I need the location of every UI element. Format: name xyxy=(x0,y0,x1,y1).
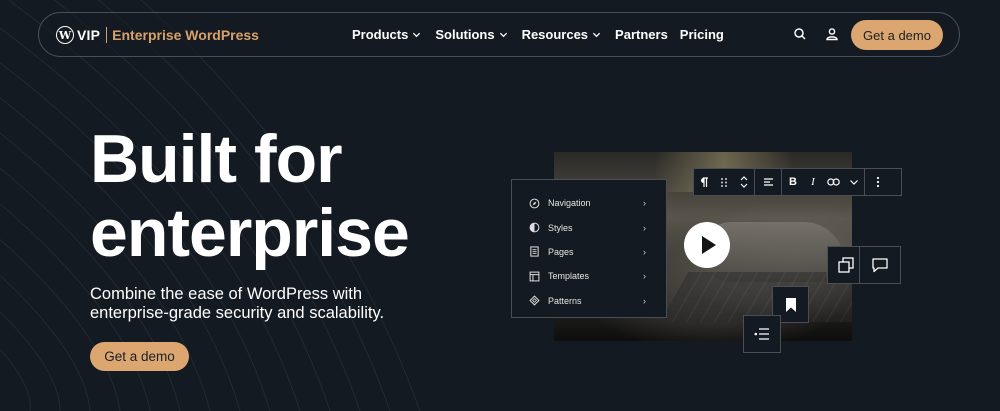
panel-item-templates[interactable]: Templates › xyxy=(512,264,666,288)
nav-item-resources[interactable]: Resources xyxy=(522,27,601,42)
hero-title-line-1: Built for xyxy=(90,121,343,197)
diamond-icon xyxy=(529,295,540,306)
nav-item-label: Solutions xyxy=(435,27,495,42)
chevron-right-icon: › xyxy=(643,246,646,257)
panel-item-label: Styles xyxy=(548,222,573,233)
nav-item-label: Partners xyxy=(615,27,668,42)
panel-item-navigation[interactable]: Navigation › xyxy=(512,191,666,215)
chevron-right-icon: › xyxy=(643,198,646,209)
wordpress-logo-icon: W xyxy=(56,26,74,44)
layout-icon xyxy=(529,271,540,282)
panel-item-styles[interactable]: Styles › xyxy=(512,215,666,239)
brand-divider xyxy=(106,27,108,43)
paragraph-icon[interactable] xyxy=(694,169,714,195)
hero-get-demo-button[interactable]: Get a demo xyxy=(90,342,189,371)
compass-icon xyxy=(529,198,540,209)
toolbar-group-align xyxy=(755,169,782,195)
chevron-down-icon xyxy=(413,32,421,38)
list-view-button[interactable] xyxy=(743,315,781,353)
main-menu: Products Solutions Resources Partners Pr… xyxy=(352,13,736,56)
hero-subtitle-line-1: Combine the ease of WordPress with xyxy=(90,285,363,303)
chevron-right-icon: › xyxy=(643,271,646,282)
brand-logo[interactable]: W VIP Enterprise WordPress xyxy=(56,24,259,46)
more-options-icon[interactable] xyxy=(865,169,891,195)
user-icon[interactable] xyxy=(824,26,840,42)
hero-subtitle: Combine the ease of WordPress with enter… xyxy=(90,285,420,323)
bookmark-icon xyxy=(785,297,796,312)
align-left-icon[interactable] xyxy=(755,169,781,195)
play-button[interactable] xyxy=(684,222,730,268)
top-navigation: W VIP Enterprise WordPress Products Solu… xyxy=(38,12,960,57)
play-icon xyxy=(702,236,716,254)
nav-item-label: Pricing xyxy=(679,27,724,42)
nav-item-partners[interactable]: Partners xyxy=(615,27,668,42)
hero-title-line-2: enterprise xyxy=(90,195,410,271)
panel-item-label: Patterns xyxy=(548,295,582,306)
toolbar-group-format: B I xyxy=(782,169,865,195)
panel-item-label: Navigation xyxy=(548,198,591,209)
half-circle-icon xyxy=(529,222,540,233)
panel-item-patterns[interactable]: Patterns › xyxy=(512,289,666,313)
get-demo-button[interactable]: Get a demo xyxy=(851,20,943,50)
duplicate-icon xyxy=(838,257,854,273)
chevron-down-icon xyxy=(499,32,507,38)
comment-button[interactable] xyxy=(859,246,901,284)
list-view-icon xyxy=(754,328,769,340)
comment-icon xyxy=(872,258,888,273)
nav-item-label: Resources xyxy=(521,27,589,42)
italic-icon[interactable]: I xyxy=(804,169,822,195)
search-icon[interactable] xyxy=(792,26,808,42)
brand-product-name: Enterprise WordPress xyxy=(112,27,259,43)
nav-item-pricing[interactable]: Pricing xyxy=(680,27,724,42)
bold-icon[interactable]: B xyxy=(782,169,804,195)
chevron-down-icon xyxy=(592,32,601,38)
block-toolbar: B I xyxy=(693,168,902,196)
move-up-down-icon[interactable] xyxy=(734,169,754,195)
nav-item-label: Products xyxy=(352,27,409,42)
editor-nav-panel: Navigation › Styles › Pages › Templates … xyxy=(511,179,667,318)
toolbar-group-block xyxy=(694,169,755,195)
page-icon xyxy=(530,246,539,258)
hero-title: Built for enterprise xyxy=(90,122,510,270)
chevron-down-icon[interactable] xyxy=(844,169,864,195)
nav-item-products[interactable]: Products xyxy=(352,27,421,42)
drag-handle-icon[interactable] xyxy=(714,169,734,195)
brand-vip: VIP xyxy=(77,27,101,43)
chevron-right-icon: › xyxy=(643,222,646,233)
panel-item-pages[interactable]: Pages › xyxy=(512,240,666,264)
chevron-right-icon: › xyxy=(643,295,646,306)
panel-item-label: Templates xyxy=(548,271,590,282)
hero-subtitle-line-2: enterprise-grade security and scalabilit… xyxy=(90,304,385,322)
link-icon[interactable] xyxy=(822,169,844,195)
toolbar-group-more xyxy=(865,169,891,195)
nav-item-solutions[interactable]: Solutions xyxy=(435,27,507,42)
panel-item-label: Pages xyxy=(548,246,574,257)
